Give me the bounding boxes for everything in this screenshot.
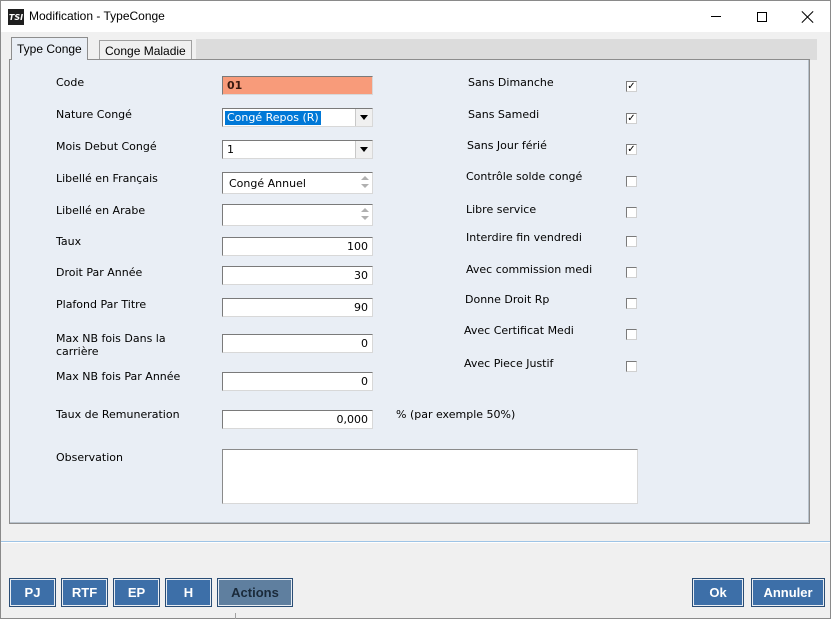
taux-label: Taux [56,235,82,248]
observation-textarea[interactable] [222,449,638,504]
avec-commission-medi-label: Avec commission medi [466,263,593,276]
h-button[interactable]: H [166,579,211,606]
maximize-button[interactable] [739,1,785,32]
ok-button[interactable]: Ok [693,579,743,606]
nature-conge-select[interactable]: Congé Repos (R) [222,108,373,127]
ep-button[interactable]: EP [114,579,159,606]
chevron-down-icon [360,147,368,152]
mois-debut-dropdown-button[interactable] [355,141,372,158]
interdire-fin-vendredi-checkbox[interactable] [626,236,637,247]
max-carriere-label-line2: carrière [56,345,99,358]
sans-samedi-label: Sans Samedi [468,108,540,121]
avec-certificat-medi-checkbox[interactable] [626,329,637,340]
sans-dimanche-checkbox[interactable]: ✓ [626,81,637,92]
avec-certificat-medi-label: Avec Certificat Medi [464,324,574,337]
tab-conge-maladie[interactable]: Conge Maladie [99,40,192,60]
controle-solde-checkbox[interactable] [626,176,637,187]
plafond-titre-label: Plafond Par Titre [56,298,147,311]
observation-label: Observation [56,451,123,464]
libelle-ar-field[interactable] [222,204,373,226]
avec-piece-justif-checkbox[interactable] [626,361,637,372]
sans-jour-ferie-checkbox[interactable]: ✓ [626,144,637,155]
droit-annee-field[interactable]: 30 [222,266,373,285]
donne-droit-rp-label: Donne Droit Rp [465,293,550,306]
sans-samedi-checkbox[interactable]: ✓ [626,113,637,124]
rtf-button[interactable]: RTF [62,579,107,606]
status-divider [235,613,236,619]
scroll-up-icon [361,208,369,212]
libre-service-checkbox[interactable] [626,207,637,218]
mois-debut-label: Mois Debut Congé [56,140,157,153]
minimize-button[interactable] [693,1,739,32]
window-title: Modification - TypeConge [29,9,165,23]
scroll-down-icon [361,216,369,220]
taux-remuneration-hint: % (par exemple 50%) [396,408,516,421]
title-bar: TSI Modification - TypeConge [1,1,830,32]
max-annee-label: Max NB fois Par Année [56,370,181,383]
libelle-fr-label: Libellé en Français [56,172,158,185]
libelle-fr-spinner[interactable] [359,174,371,190]
code-label: Code [56,76,85,89]
tab-strip-background [196,39,817,60]
avec-piece-justif-label: Avec Piece Justif [464,357,554,370]
avec-commission-medi-checkbox[interactable] [626,267,637,278]
sans-dimanche-label: Sans Dimanche [468,76,554,89]
sans-jour-ferie-label: Sans Jour férié [467,139,547,152]
maximize-icon [757,11,767,22]
footer-separator-highlight [1,542,830,543]
libelle-fr-value: Congé Annuel [229,176,306,190]
close-button[interactable] [785,1,831,32]
app-logo-icon: TSI [8,9,24,25]
interdire-fin-vendredi-label: Interdire fin vendredi [466,231,582,244]
code-field[interactable]: 01 [222,76,373,95]
close-icon [802,11,814,23]
actions-button[interactable]: Actions [218,579,292,606]
scroll-down-icon [361,184,369,188]
scroll-up-icon [361,176,369,180]
annuler-button[interactable]: Annuler [752,579,824,606]
nature-conge-value: Congé Repos (R) [225,110,321,125]
mois-debut-select[interactable]: 1 [222,140,373,159]
max-annee-field[interactable]: 0 [222,372,373,391]
nature-conge-dropdown-button[interactable] [355,109,372,126]
nature-conge-label: Nature Congé [56,108,132,121]
donne-droit-rp-checkbox[interactable] [626,298,637,309]
tab-type-conge[interactable]: Type Conge [11,37,88,60]
taux-field[interactable]: 100 [222,237,373,256]
mois-debut-value: 1 [227,143,234,156]
plafond-titre-field[interactable]: 90 [222,298,373,317]
libelle-ar-spinner[interactable] [359,206,371,222]
chevron-down-icon [360,115,368,120]
minimize-icon [711,16,721,17]
tab-strip: Type Conge Conge Maladie [9,37,817,60]
max-carriere-field[interactable]: 0 [222,334,373,353]
max-carriere-label-line1: Max NB fois Dans la [56,332,166,345]
dialog-window: TSI Modification - TypeConge Type Conge … [0,0,831,619]
taux-remuneration-label: Taux de Remuneration [56,408,180,421]
taux-remuneration-field[interactable]: 0,000 [222,410,373,429]
libelle-ar-label: Libellé en Arabe [56,204,146,217]
libelle-fr-field[interactable]: Congé Annuel [222,172,373,194]
droit-annee-label: Droit Par Année [56,266,143,279]
controle-solde-label: Contrôle solde congé [466,170,583,183]
libre-service-label: Libre service [466,203,537,216]
pj-button[interactable]: PJ [10,579,55,606]
